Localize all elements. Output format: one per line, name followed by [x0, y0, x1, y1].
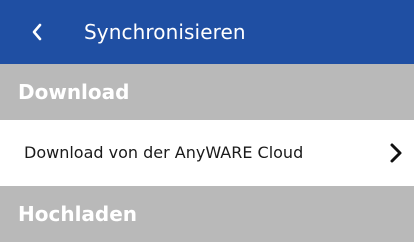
section-header-download: Download: [0, 64, 414, 120]
section-header-upload: Hochladen: [0, 186, 414, 242]
page-title: Synchronisieren: [84, 20, 246, 44]
app-header: Synchronisieren: [0, 0, 414, 64]
back-button[interactable]: [22, 0, 52, 64]
list-item-label: Download von der AnyWARE Cloud: [24, 143, 304, 162]
list-item-partial: [0, 242, 414, 247]
download-from-cloud-item[interactable]: Download von der AnyWARE Cloud: [0, 120, 414, 186]
chevron-left-icon: [32, 23, 42, 41]
chevron-right-icon: [386, 120, 406, 186]
